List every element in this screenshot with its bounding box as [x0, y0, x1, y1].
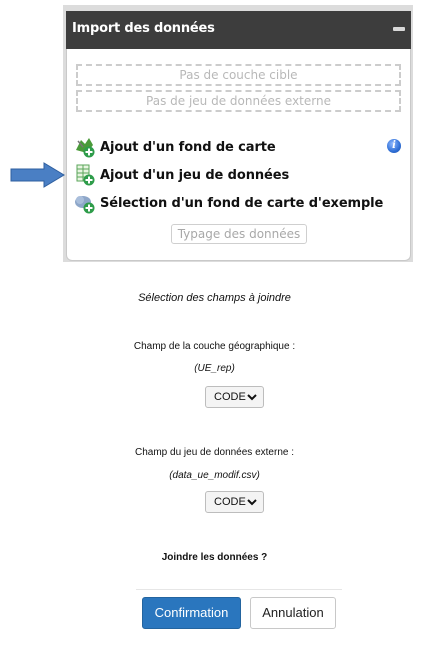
divider	[136, 589, 342, 590]
ext-field-select[interactable]: CODE	[205, 491, 264, 513]
info-icon[interactable]: i	[387, 139, 401, 153]
geo-field-select[interactable]: CODE	[205, 386, 264, 408]
panel-body: Pas de couche cible Pas de jeu de donnée…	[66, 49, 411, 261]
add-dataset-label: Ajout d'un jeu de données	[100, 167, 290, 183]
dialog-title: Sélection des champs à joindre	[138, 292, 291, 304]
add-dataset-item[interactable]: Ajout d'un jeu de données	[74, 164, 289, 186]
chevron-down-icon	[247, 499, 257, 506]
add-basemap-icon	[74, 136, 96, 158]
example-basemap-icon	[74, 192, 96, 214]
geo-layer-name: (UE_rep)	[194, 363, 235, 374]
cancel-button[interactable]: Annulation	[250, 597, 336, 629]
join-question: Joindre les données ?	[161, 552, 268, 563]
ext-file-name: (data_ue_modif.csv)	[169, 470, 260, 481]
import-panel: Import des données Pas de couche cible P…	[63, 5, 413, 262]
pointer-arrow-icon	[10, 162, 65, 188]
external-dataset-dropzone: Pas de jeu de données externe	[76, 90, 401, 112]
confirm-button[interactable]: Confirmation	[142, 597, 241, 629]
geo-field-label: Champ de la couche géographique :	[133, 341, 296, 352]
target-layer-dropzone: Pas de couche cible	[76, 64, 401, 86]
ext-field-value: CODE	[214, 496, 246, 508]
example-basemap-item[interactable]: Sélection d'un fond de carte d'exemple	[74, 192, 383, 214]
ext-field-label: Champ du jeu de données externe :	[135, 447, 294, 458]
example-basemap-label: Sélection d'un fond de carte d'exemple	[100, 195, 384, 211]
panel-title: Import des données	[72, 21, 215, 36]
add-dataset-icon	[74, 164, 96, 186]
panel-header: Import des données	[66, 11, 411, 49]
data-typing-button[interactable]: Typage des données	[171, 224, 307, 244]
add-basemap-item[interactable]: Ajout d'un fond de carte	[74, 136, 276, 158]
add-basemap-label: Ajout d'un fond de carte	[100, 139, 276, 155]
collapse-icon[interactable]	[393, 27, 405, 31]
geo-field-value: CODE	[214, 391, 246, 403]
chevron-down-icon	[247, 394, 257, 401]
